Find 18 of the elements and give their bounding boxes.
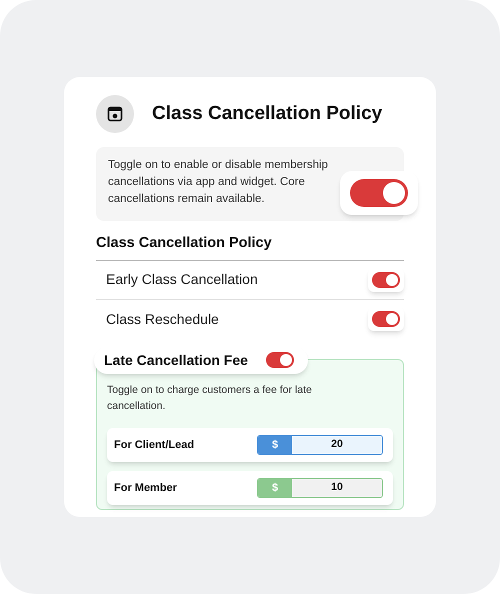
late-fee-description: Toggle on to charge customers a fee for late cancellation. [107,382,313,414]
card-title: Class Cancellation Policy [152,102,382,126]
currency-addon: $ [258,436,292,454]
fee-label: For Member [114,480,177,496]
section-heading: Class Cancellation Policy [96,233,404,261]
option-label: Early Class Cancellation [106,270,258,290]
toggle-switch[interactable] [350,179,408,207]
amount-field[interactable]: $ 10 [257,478,383,498]
late-fee-label: Late Cancellation Fee [104,350,248,370]
currency-addon: $ [258,478,292,497]
option-label: Class Reschedule [106,310,219,329]
calendar-icon [96,95,134,133]
info-text: Toggle on to enable or disable membership cancellations via app and widget. Core cancellations remain available. [108,158,329,207]
toggle-switch[interactable] [266,352,294,368]
amount-field[interactable]: $ 20 [257,434,383,455]
toggle-switch[interactable] [372,311,400,328]
fee-label: For Client/Lead [114,438,194,452]
toggle-switch[interactable] [372,272,400,288]
